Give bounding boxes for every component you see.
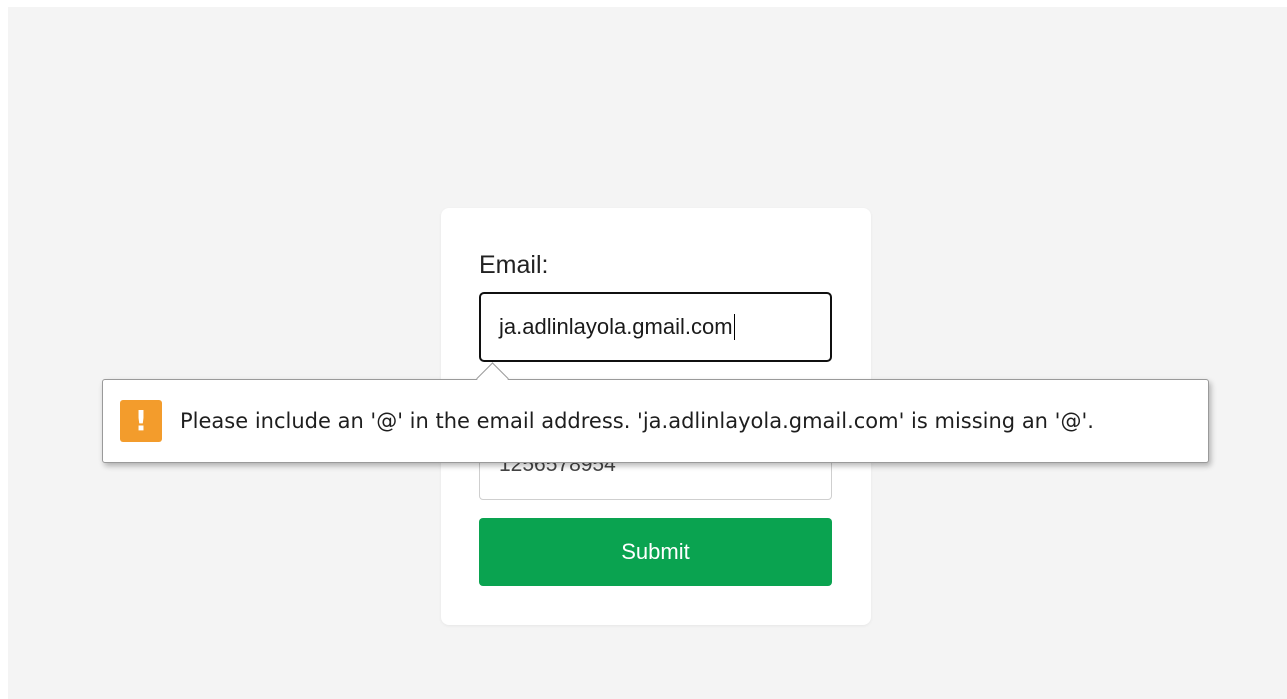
email-label: Email: — [479, 251, 549, 279]
submit-button[interactable]: Submit — [479, 518, 832, 586]
validation-tooltip: ! Please include an '@' in the email add… — [102, 362, 1209, 463]
email-field[interactable]: ja.adlinlayola.gmail.com — [479, 292, 832, 362]
warning-icon: ! — [120, 400, 162, 442]
text-caret — [733, 314, 735, 340]
email-value: ja.adlinlayola.gmail.com — [499, 314, 733, 339]
validation-message: Please include an '@' in the email addre… — [180, 409, 1094, 433]
